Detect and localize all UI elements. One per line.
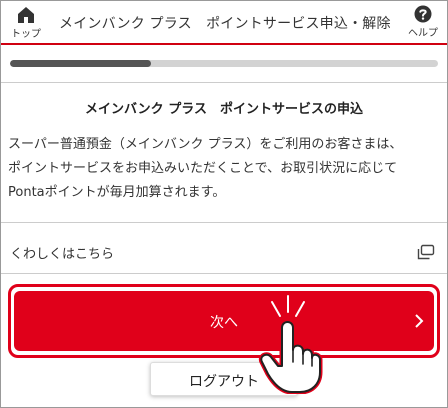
divider: [1, 222, 447, 223]
description-line: ポイントサービスをお申込みいただくことで、お取引状況に応じて: [8, 161, 398, 176]
section-title: メインバンク プラス ポイントサービスの申込: [85, 102, 363, 117]
progress-bar: [10, 60, 438, 67]
description-line: スーパー普通預金（メインバンク プラス）をご利用のお客さまは、: [8, 137, 403, 152]
description: スーパー普通預金（メインバンク プラス）をご利用のお客さまは、 ポイントサービス…: [8, 133, 444, 205]
external-window-icon: [417, 244, 435, 260]
help-button[interactable]: ヘルプ: [403, 4, 443, 42]
divider: [1, 273, 447, 274]
progress-fill: [10, 60, 152, 67]
more-info-label: くわしくはこちら: [10, 247, 115, 262]
more-info-link[interactable]: くわしくはこちら: [1, 232, 447, 272]
home-icon: [18, 7, 34, 23]
top-button[interactable]: トップ: [7, 5, 45, 41]
divider: [1, 82, 447, 83]
chevron-right-icon: [415, 314, 424, 328]
help-icon: [414, 5, 432, 23]
next-button[interactable]: 次へ: [14, 291, 434, 351]
pointing-hand-icon: [258, 294, 323, 394]
header: トップ メインバンク プラス ポイントサービス申込・解除 ヘルプ: [1, 1, 447, 43]
help-label: ヘルプ: [408, 28, 438, 39]
header-rule: [1, 43, 447, 45]
next-label: 次へ: [210, 315, 238, 331]
page-title: メインバンク プラス ポイントサービス申込・解除: [59, 16, 391, 32]
description-line: Pontaポイントが毎月加算されます。: [8, 185, 226, 200]
top-label: トップ: [11, 29, 41, 40]
